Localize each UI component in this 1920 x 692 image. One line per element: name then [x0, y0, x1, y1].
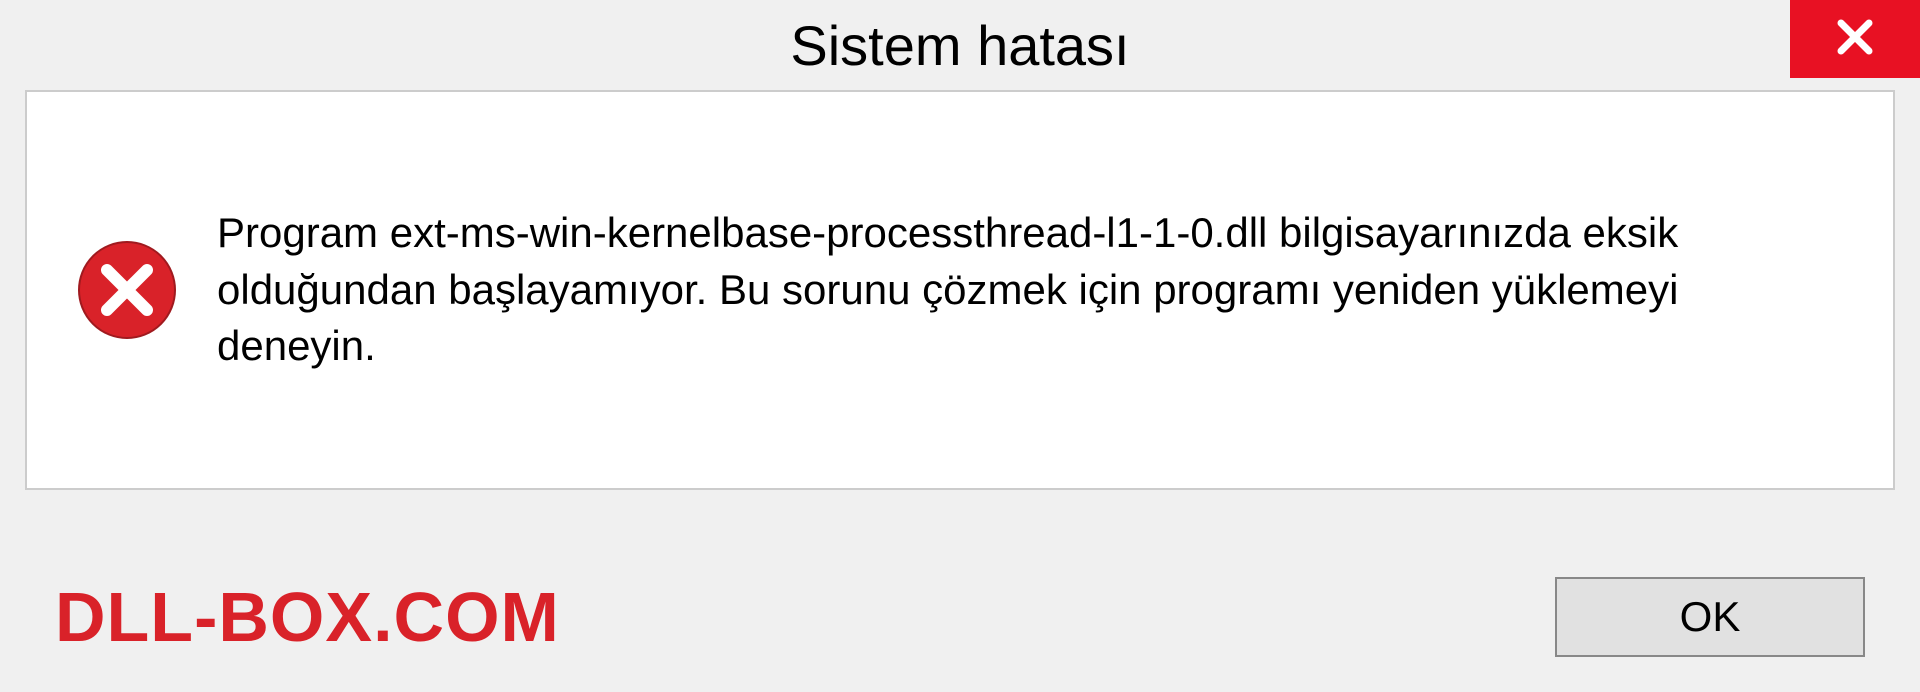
ok-button-label: OK: [1680, 593, 1741, 641]
watermark-text: DLL-BOX.COM: [55, 577, 560, 657]
error-message: Program ext-ms-win-kernelbase-processthr…: [217, 205, 1843, 375]
ok-button[interactable]: OK: [1555, 577, 1865, 657]
titlebar: Sistem hatası: [0, 0, 1920, 90]
close-icon: [1834, 16, 1876, 63]
footer: DLL-BOX.COM OK: [0, 542, 1920, 692]
dialog-title: Sistem hatası: [790, 13, 1129, 78]
error-icon: [77, 240, 177, 340]
content-area: Program ext-ms-win-kernelbase-processthr…: [25, 90, 1895, 490]
close-button[interactable]: [1790, 0, 1920, 78]
